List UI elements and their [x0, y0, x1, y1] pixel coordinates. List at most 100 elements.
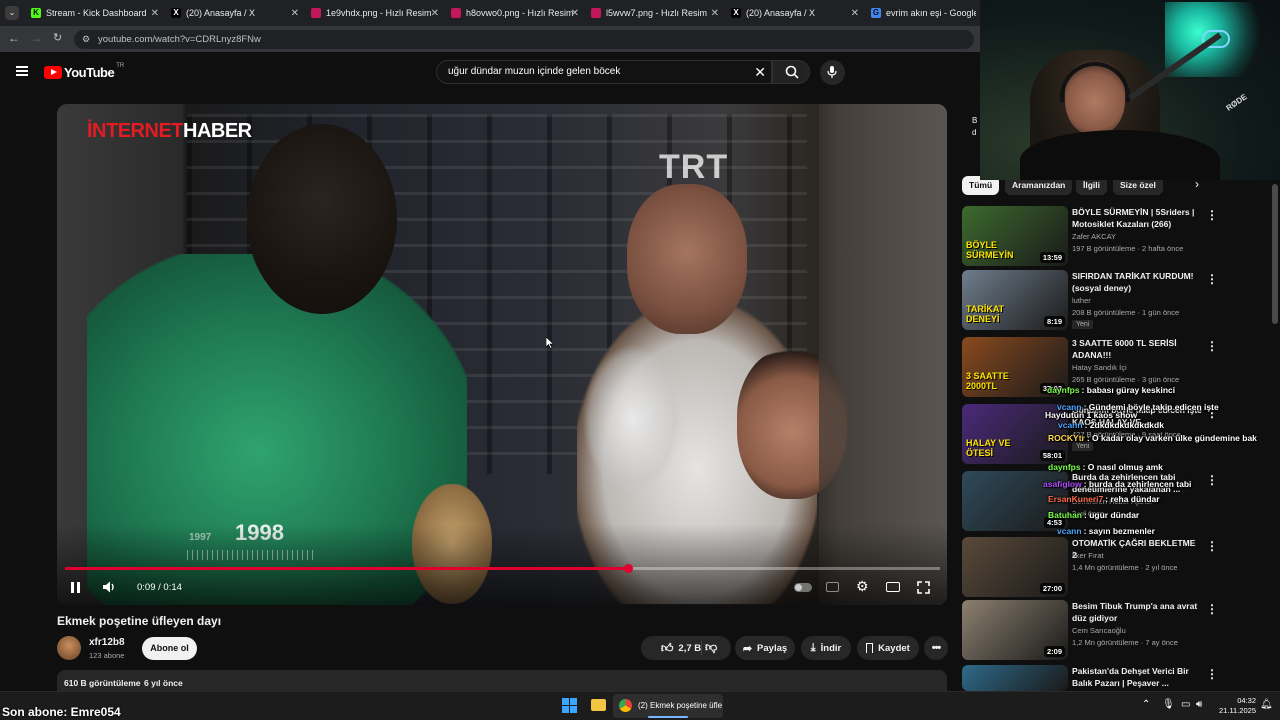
- chat-text: : O nasıl olmuş amk: [1082, 462, 1163, 472]
- browser-tab[interactable]: 1e9vhdx.png - Hızlı Resim ✕: [308, 2, 443, 24]
- youtube-logo[interactable]: YouTube TR: [44, 63, 124, 80]
- recommended-title[interactable]: BÖYLE SÜRMEYİN | 5Sriders | Motosiklet K…: [1072, 206, 1202, 230]
- tab-close-icon[interactable]: ✕: [151, 8, 159, 19]
- more-vertical-icon[interactable]: ⋮: [1206, 539, 1218, 553]
- windows-start-icon[interactable]: [562, 698, 577, 713]
- search-button[interactable]: [772, 60, 810, 84]
- video-thumbnail[interactable]: [962, 665, 1068, 691]
- browser-tab[interactable]: K Stream - Kick Dashboard ✕: [28, 2, 163, 24]
- recommended-video[interactable]: 27:00 OTOMATİK ÇAĞRI BEKLETME 2 İlker Fıra…: [962, 537, 1280, 597]
- recommended-title[interactable]: SIFIRDAN TARİKAT KURDUM! (sosyal deney): [1072, 270, 1202, 294]
- tab-title: l5wvw7.png - Hızlı Resim: [606, 8, 708, 18]
- forward-icon[interactable]: →: [30, 31, 42, 45]
- recommended-channel[interactable]: Cem Sarıcaoğlu: [1072, 626, 1126, 635]
- download-button[interactable]: ⤓ İndir: [801, 636, 851, 660]
- subscribe-button[interactable]: Abone ol: [142, 637, 197, 660]
- menu-icon[interactable]: [16, 66, 28, 76]
- tab-list-dropdown-icon[interactable]: ⌄: [5, 6, 19, 20]
- site-info-icon[interactable]: ⚙: [82, 30, 90, 49]
- tab-close-icon[interactable]: ✕: [711, 8, 719, 19]
- tray-volume-icon[interactable]: 🔊︎: [1196, 699, 1202, 710]
- recommended-channel[interactable]: Hatay Sandık İçi: [1072, 363, 1127, 372]
- theater-mode-icon[interactable]: [886, 582, 900, 592]
- active-window-title: (2) Ekmek poşetine üfle: [638, 701, 723, 710]
- channel-avatar[interactable]: [57, 636, 81, 660]
- video-duration: 8:19: [1043, 316, 1065, 327]
- more-vertical-icon[interactable]: ⋮: [1206, 339, 1218, 353]
- tray-mic-icon[interactable]: 🎙︎: [1162, 699, 1175, 710]
- video-thumbnail[interactable]: TARİKAT DENEYİ 8:19: [962, 270, 1068, 330]
- more-vertical-icon[interactable]: ⋮: [1206, 272, 1218, 286]
- browser-tab[interactable]: X (20) Anasayfa / X ✕: [728, 2, 863, 24]
- like-count: 2,7 B: [678, 642, 702, 654]
- more-vertical-icon[interactable]: ⋮: [1206, 208, 1218, 222]
- time-total: 0:14: [163, 582, 182, 593]
- clear-search-icon[interactable]: ✕: [754, 61, 766, 83]
- video-duration: 27:00: [1039, 583, 1065, 594]
- recommended-video[interactable]: BÖYLE SÜRMEYİN 13:59 BÖYLE SÜRMEYİN | 5Sri…: [962, 206, 1280, 266]
- recommended-title[interactable]: Pakistan'da Dehşet Verici Bir Balık Paza…: [1072, 665, 1202, 689]
- save-button[interactable]: Kaydet: [857, 636, 919, 660]
- share-icon: ➦: [742, 642, 753, 655]
- volume-icon[interactable]: [102, 580, 116, 594]
- thumbnail-caption: HALAY VE ÖTESİ: [966, 438, 1011, 458]
- settings-icon[interactable]: ⚙: [856, 579, 869, 593]
- new-badge: Yeni: [1072, 320, 1094, 329]
- progress-scrubber-handle[interactable]: [624, 564, 633, 573]
- browser-tab[interactable]: h8ovwo0.png - Hızlı Resim ✕: [448, 2, 583, 24]
- recommended-video[interactable]: 2:09 Besim Tibuk Trump'a ana avrat düz gi…: [962, 600, 1280, 660]
- recommended-title[interactable]: Besim Tibuk Trump'a ana avrat düz gidiyo…: [1072, 600, 1202, 624]
- recommended-video[interactable]: TARİKAT DENEYİ 8:19 SIFIRDAN TARİKAT KURDU…: [962, 270, 1280, 330]
- video-player[interactable]: İNTERNETHABER TRT 1997 1998 0:09 / 0:14 …: [57, 104, 947, 605]
- tab-close-icon[interactable]: ✕: [431, 8, 439, 19]
- progress-bar[interactable]: [65, 564, 940, 573]
- video-thumbnail[interactable]: BÖYLE SÜRMEYİN 13:59: [962, 206, 1068, 266]
- voice-search-button[interactable]: [820, 60, 845, 85]
- recommended-video[interactable]: Pakistan'da Dehşet Verici Bir Balık Paza…: [962, 665, 1280, 691]
- reload-icon[interactable]: ↻: [53, 31, 62, 44]
- search-input[interactable]: uğur dündar muzun içinde gelen böcek ✕: [436, 60, 772, 84]
- pause-icon[interactable]: [71, 582, 81, 593]
- tab-close-icon[interactable]: ✕: [851, 8, 859, 19]
- channel-name[interactable]: xfr12b8: [89, 637, 125, 648]
- chat-text: : 2dkdkdkdkdkdkdk: [1084, 420, 1164, 430]
- recommended-title[interactable]: 3 SAATTE 6000 TL SERİSİ ADANA!!!: [1072, 337, 1202, 361]
- dislike-button[interactable]: 👎︎: [705, 640, 717, 655]
- tray-network-icon[interactable]: ▭: [1181, 699, 1190, 710]
- back-icon[interactable]: ←: [8, 31, 20, 45]
- clock[interactable]: 04:32 21.11.2025: [1212, 696, 1256, 716]
- notification-icon[interactable]: 🔔︎: [1260, 699, 1273, 710]
- recommended-channel[interactable]: İlker Fırat: [1072, 551, 1104, 560]
- like-button[interactable]: 👍︎ 2,7 B: [661, 641, 701, 656]
- browser-tab[interactable]: Gevrim akın eşi - Google'da A: [868, 2, 976, 24]
- file-explorer-icon[interactable]: [591, 699, 606, 711]
- autoplay-toggle[interactable]: [794, 583, 812, 592]
- subtitles-icon[interactable]: [826, 582, 839, 592]
- recommended-meta: 265 B görüntüleme · 3 gün önce: [1072, 375, 1180, 384]
- image-icon: [451, 8, 461, 18]
- video-thumbnail[interactable]: 27:00: [962, 537, 1068, 597]
- address-bar[interactable]: ⚙ youtube.com/watch?v=CDRLnyz8FNw: [74, 30, 974, 49]
- browser-tab[interactable]: X (20) Anasayfa / X ✕: [168, 2, 303, 24]
- subscriber-count: 123 abone: [89, 651, 125, 660]
- recommended-channel[interactable]: luther: [1072, 296, 1091, 305]
- tab-close-icon[interactable]: ✕: [291, 8, 299, 19]
- browser-tab[interactable]: l5wvw7.png - Hızlı Resim ✕: [588, 2, 723, 24]
- more-vertical-icon[interactable]: ⋮: [1206, 667, 1218, 681]
- tab-title: Stream - Kick Dashboard: [46, 8, 147, 18]
- tab-close-icon[interactable]: ✕: [571, 8, 579, 19]
- video-thumbnail[interactable]: 2:09: [962, 600, 1068, 660]
- chat-text: : O kadar olay varken ülke gündemine bak: [1086, 433, 1257, 443]
- sidebar-scrollbar[interactable]: [1272, 184, 1278, 689]
- chat-username: vcann: [1057, 526, 1082, 536]
- news-logo-part-a: İNTERNET: [87, 120, 184, 142]
- fullscreen-icon[interactable]: [917, 581, 930, 594]
- more-vertical-icon[interactable]: ⋮: [1206, 473, 1218, 487]
- more-actions-button[interactable]: •••: [924, 636, 948, 660]
- share-button[interactable]: ➦ Paylaş: [735, 636, 795, 660]
- recommended-channel[interactable]: Zafer AKCAY: [1072, 232, 1116, 241]
- tray-overflow-icon[interactable]: ⌃: [1142, 699, 1150, 710]
- taskbar-chrome-item[interactable]: (2) Ekmek poşetine üfle: [613, 694, 723, 718]
- more-vertical-icon[interactable]: ⋮: [1206, 602, 1218, 616]
- description-box[interactable]: 610 B görüntüleme 6 yıl önce: [57, 670, 947, 691]
